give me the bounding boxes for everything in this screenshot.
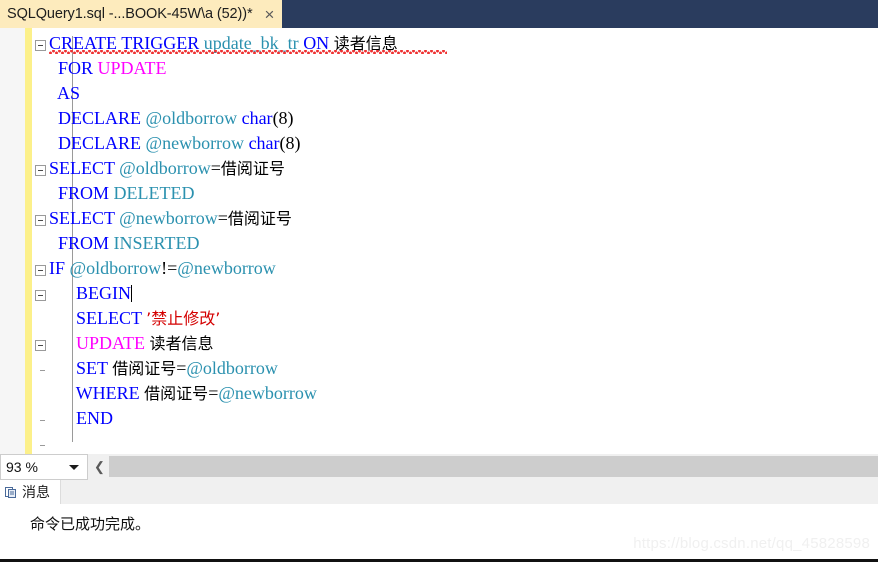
fold-collapse-icon[interactable] — [35, 40, 46, 51]
code-token: DECLARE — [58, 108, 141, 128]
code-token: FROM — [58, 233, 110, 253]
code-token: @oldborrow — [145, 108, 238, 128]
editor-change-bar — [25, 28, 32, 454]
code-line: SELECT @oldborrow=借阅证号 — [49, 156, 398, 181]
code-line: FOR UPDATE — [49, 56, 398, 81]
editor-tab-strip: SQLQuery1.sql -...BOOK-45W\a (52))* × — [0, 0, 878, 28]
code-token: END — [76, 408, 113, 428]
messages-icon — [5, 486, 18, 499]
code-token: INSERTED — [113, 233, 200, 253]
tab-strip-empty-area — [367, 0, 878, 28]
code-token: SET — [76, 358, 108, 378]
fold-collapse-icon[interactable] — [35, 215, 46, 226]
code-token: DECLARE — [58, 133, 141, 153]
horizontal-scrollbar[interactable] — [109, 456, 878, 477]
fold-collapse-icon[interactable] — [35, 165, 46, 176]
code-token: WHERE — [75, 383, 140, 403]
code-token: UPDATE — [97, 58, 167, 78]
sql-editor-pane[interactable]: CREATE TRIGGER update_bk_tr ON 读者信息 FOR … — [0, 28, 878, 454]
code-token: UPDATE — [76, 333, 146, 353]
outlining-end-tick — [40, 420, 45, 421]
fold-collapse-icon[interactable] — [35, 290, 46, 301]
code-token: @oldborrow — [186, 358, 278, 378]
code-line: FROM DELETED — [49, 181, 398, 206]
code-token: @newborrow — [177, 258, 276, 278]
code-token: @newborrow — [218, 383, 317, 403]
messages-output-text: 命令已成功完成。 — [30, 515, 151, 533]
code-line: UPDATE 读者信息 — [49, 331, 398, 356]
scroll-left-button[interactable]: ❮ — [90, 454, 109, 480]
code-token: @newborrow — [119, 208, 218, 228]
code-token: @newborrow — [145, 133, 245, 153]
tab-messages[interactable]: 消息 — [0, 480, 61, 504]
code-line: WHERE 借阅证号=@newborrow — [49, 381, 398, 406]
editor-tab-sqlquery1[interactable]: SQLQuery1.sql -...BOOK-45W\a (52))* × — [0, 0, 283, 28]
code-token: IF — [49, 258, 66, 278]
code-line: FROM INSERTED — [49, 231, 398, 256]
code-token: ’禁止修改’ — [146, 309, 221, 328]
horizontal-scrollbar-thumb[interactable] — [109, 456, 878, 477]
code-token: FOR — [58, 58, 94, 78]
code-line: AS — [49, 81, 398, 106]
code-line: SET 借阅证号=@oldborrow — [49, 356, 398, 381]
fold-collapse-icon[interactable] — [35, 265, 46, 276]
results-tab-bar — [0, 480, 878, 504]
code-token: 借阅证号 — [144, 384, 209, 403]
zoom-level-dropdown[interactable]: 93 % — [0, 454, 88, 480]
syntax-error-squiggle-icon — [49, 50, 447, 54]
outlining-end-tick — [40, 370, 45, 371]
code-token: char — [248, 133, 280, 153]
code-token: = — [176, 358, 187, 378]
code-token: = — [210, 158, 221, 178]
chevron-down-icon[interactable] — [69, 465, 79, 470]
code-token: 借阅证号 — [112, 359, 177, 378]
code-token: != — [161, 258, 178, 278]
fold-collapse-icon[interactable] — [35, 340, 46, 351]
code-token: (8) — [272, 108, 294, 128]
results-pane: 消息 命令已成功完成。 https://blog.csdn.net/qq_458… — [0, 480, 878, 562]
outlining-end-tick — [40, 445, 45, 446]
text-caret — [131, 285, 132, 302]
code-token: SELECT — [49, 158, 115, 178]
close-icon[interactable]: × — [265, 6, 275, 23]
code-token: 借阅证号 — [220, 159, 285, 178]
code-line: SELECT @newborrow=借阅证号 — [49, 206, 398, 231]
code-token: DELETED — [113, 183, 195, 203]
code-token: SELECT — [76, 308, 142, 328]
code-token: FROM — [58, 183, 110, 203]
code-token: char — [241, 108, 273, 128]
code-line: BEGIN — [49, 281, 398, 306]
editor-tab-title: SQLQuery1.sql -...BOOK-45W\a (52))* — [7, 6, 253, 22]
code-token: SELECT — [49, 208, 115, 228]
code-token: = — [208, 383, 219, 403]
editor-code-text[interactable]: CREATE TRIGGER update_bk_tr ON 读者信息 FOR … — [49, 31, 398, 431]
code-line: SELECT ’禁止修改’ — [49, 306, 398, 331]
watermark-text: https://blog.csdn.net/qq_45828598 — [633, 535, 870, 552]
editor-status-row: 93 % ❮ — [0, 454, 878, 480]
code-line: DECLARE @oldborrow char(8) — [49, 106, 398, 131]
code-token: 借阅证号 — [227, 209, 292, 228]
tab-messages-label: 消息 — [22, 485, 50, 501]
zoom-level-value: 93 % — [6, 459, 38, 475]
code-token: @oldborrow — [119, 158, 211, 178]
code-line: END — [49, 406, 398, 431]
editor-indicator-margin[interactable] — [0, 28, 25, 454]
code-token: @oldborrow — [69, 258, 162, 278]
code-line: DECLARE @newborrow char(8) — [49, 131, 398, 156]
code-line: IF @oldborrow!=@newborrow — [49, 256, 398, 281]
code-token: = — [217, 208, 228, 228]
code-token: (8) — [279, 133, 301, 153]
code-token: AS — [57, 83, 81, 103]
code-token: BEGIN — [76, 283, 131, 303]
code-token: 读者信息 — [149, 334, 214, 353]
editor-outlining-margin[interactable] — [32, 28, 73, 454]
